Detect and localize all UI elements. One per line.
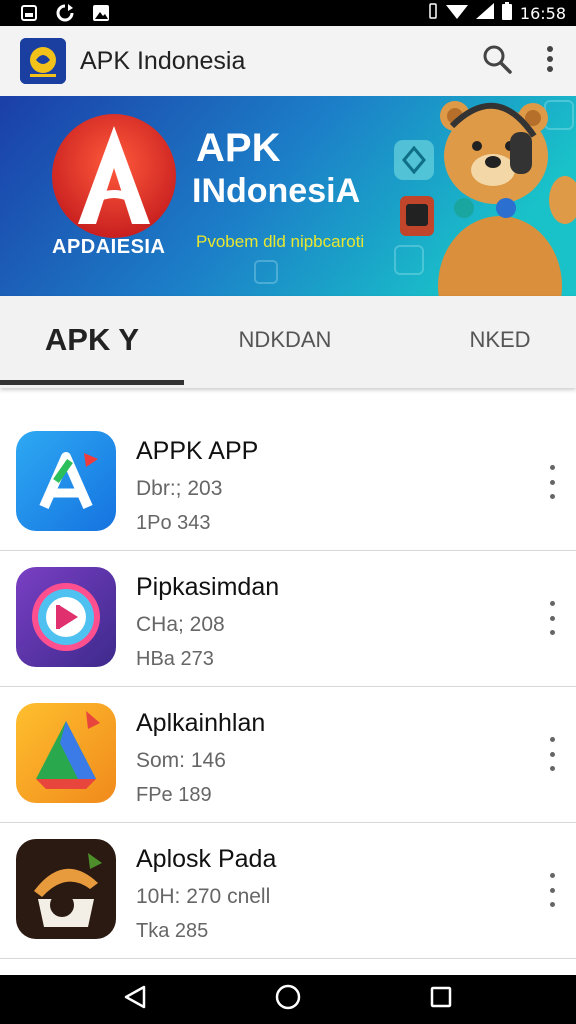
app-meta-primary: 10H: 270 cnell — [136, 885, 271, 908]
app-icon — [16, 839, 116, 939]
app-title: APK Indonesia — [80, 46, 246, 75]
status-bar: 16:58 — [0, 0, 576, 26]
signal-icon — [475, 3, 494, 23]
system-navigation-bar — [0, 975, 576, 1024]
app-icon — [16, 567, 116, 667]
app-meta-secondary: FPe 189 — [136, 784, 212, 806]
banner-brand-line2: INdonesiA — [192, 172, 361, 210]
app-bar: APK Indonesia — [0, 26, 576, 96]
vibrate-icon — [428, 3, 438, 23]
app-meta-secondary: HBa 273 — [136, 648, 214, 670]
app-meta-primary: Dbr:; 203 — [136, 477, 223, 500]
list-item[interactable]: Aplosk Pada 10H: 270 cnell Tka 285 — [0, 823, 576, 959]
battery-icon — [501, 2, 512, 24]
banner-logo-caption: APDAIESIA — [52, 236, 166, 258]
category-tabs: APK Y NDKDAN NKED — [0, 296, 576, 388]
promo-banner[interactable]: APDAIESIA APK INdonesiA Pvobem dld nipbc… — [0, 96, 576, 296]
app-name: Aplosk Pada — [136, 845, 277, 873]
app-meta-primary: CHa; 208 — [136, 613, 225, 636]
more-options-icon[interactable] — [542, 601, 562, 635]
photo-notification-icon — [92, 4, 110, 22]
back-icon[interactable] — [124, 985, 146, 1014]
tab-apk-y[interactable]: APK Y — [0, 296, 184, 384]
more-options-icon[interactable] — [542, 873, 562, 907]
list-item[interactable]: Pipkasimdan CHa; 208 HBa 273 — [0, 551, 576, 687]
banner-brand-line1: APK — [196, 126, 281, 170]
image-notification-icon — [20, 4, 38, 22]
app-name: Aplkainhlan — [136, 709, 266, 737]
active-tab-indicator — [0, 380, 184, 385]
search-icon[interactable] — [482, 44, 512, 79]
app-icon — [16, 703, 116, 803]
app-meta-primary: Som: 146 — [136, 749, 226, 772]
overflow-menu-icon[interactable] — [546, 44, 554, 79]
home-icon[interactable] — [275, 984, 301, 1015]
app-logo — [20, 38, 66, 84]
list-item[interactable]: APPK APP Dbr:; 203 1Po 343 — [0, 415, 576, 551]
more-options-icon[interactable] — [542, 737, 562, 771]
tab-nked[interactable]: NKED — [430, 296, 570, 384]
wifi-icon — [445, 3, 468, 23]
tab-ndkdan[interactable]: NDKDAN — [200, 296, 370, 384]
app-icon — [16, 431, 116, 531]
app-name: APPK APP — [136, 437, 259, 465]
app-meta-secondary: 1Po 343 — [136, 512, 211, 534]
list-item[interactable]: Aplkainhlan Som: 146 FPe 189 — [0, 687, 576, 823]
app-name: Pipkasimdan — [136, 573, 280, 601]
app-meta-secondary: Tka 285 — [136, 920, 209, 942]
recents-icon[interactable] — [430, 986, 452, 1013]
banner-tagline: Pvobem dld nipbcaroti — [196, 232, 365, 251]
clock-time: 16:58 — [519, 3, 566, 23]
app-list: APPK APP Dbr:; 203 1Po 343 Pipkasimdan C… — [0, 415, 576, 959]
sync-notification-icon — [56, 4, 74, 22]
more-options-icon[interactable] — [542, 465, 562, 499]
